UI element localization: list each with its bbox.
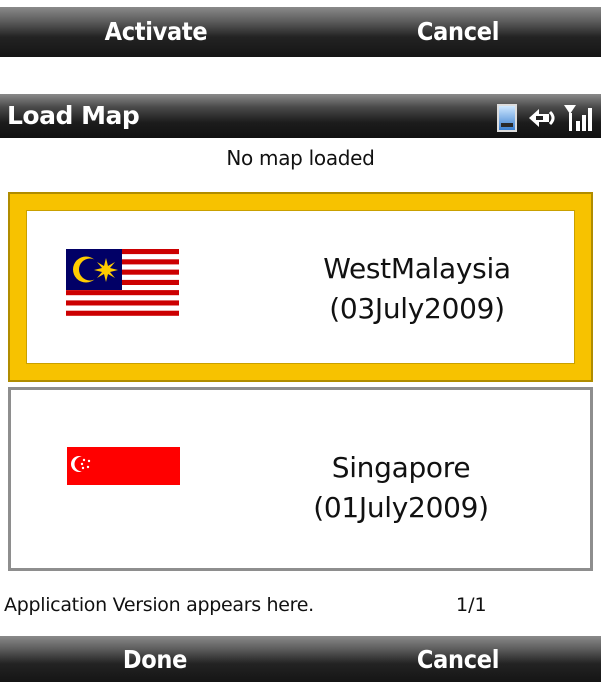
map-name: Singapore — [331, 451, 471, 484]
device-icon — [497, 104, 517, 132]
top-softkey-bar: Activate Cancel — [0, 7, 601, 57]
map-date: (03July2009) — [329, 292, 505, 325]
activate-softkey[interactable]: Activate — [56, 17, 256, 46]
app-version-text: Application Version appears here. — [4, 594, 314, 616]
cancel-softkey-bottom[interactable]: Cancel — [358, 645, 558, 674]
page-indicator: 1/1 — [456, 594, 487, 616]
signal-strength-icon — [563, 102, 593, 132]
map-item-content: Singapore (01July2009) — [11, 390, 590, 568]
map-item-singapore[interactable]: Singapore (01July2009) — [8, 387, 593, 571]
map-date: (01July2009) — [313, 491, 489, 524]
cancel-softkey-top[interactable]: Cancel — [358, 17, 558, 46]
singapore-flag-icon — [67, 447, 180, 485]
connectivity-icon — [523, 104, 557, 132]
status-icons — [497, 100, 593, 132]
map-item-content: WestMalaysia (03July2009) — [26, 210, 575, 364]
malaysia-flag-icon — [66, 249, 179, 321]
load-status-text: No map loaded — [226, 146, 375, 170]
map-name: WestMalaysia — [323, 252, 511, 285]
title-bar: Load Map — [0, 94, 601, 138]
map-item-westmalaysia[interactable]: WestMalaysia (03July2009) — [8, 192, 593, 382]
bottom-softkey-bar: Done Cancel — [0, 636, 601, 682]
done-softkey[interactable]: Done — [55, 645, 255, 674]
page-title: Load Map — [7, 101, 140, 130]
